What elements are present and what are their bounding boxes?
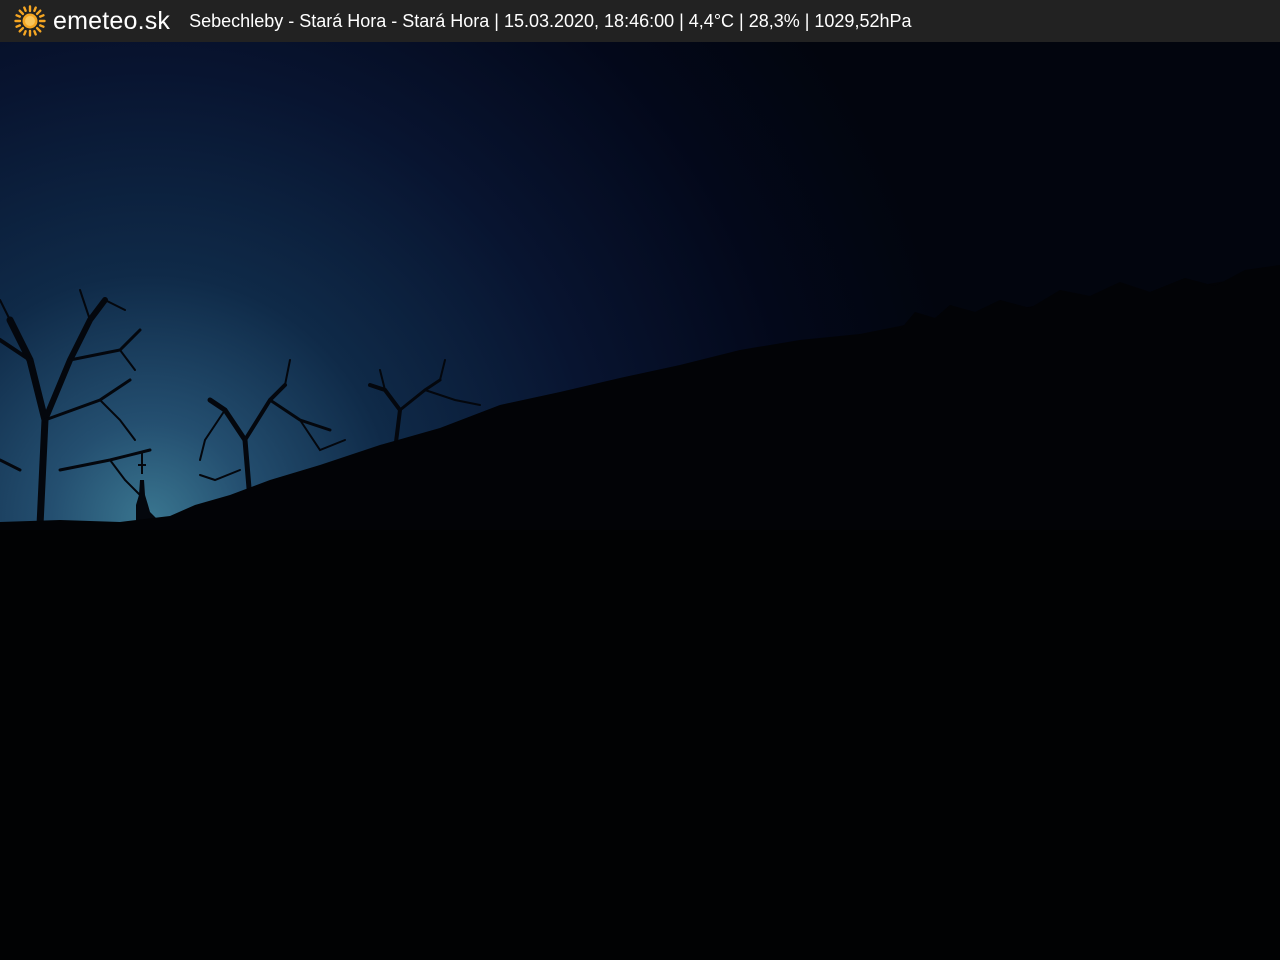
brand-name: emeteo.sk xyxy=(53,7,171,35)
brand-logo[interactable]: emeteo.sk xyxy=(14,0,170,42)
webcam-image xyxy=(0,0,1280,960)
ground xyxy=(0,530,1280,960)
sun-icon xyxy=(14,5,46,37)
webcam-view: emeteo.sk Sebechleby - Stará Hora - Star… xyxy=(0,0,1280,960)
header-bar: emeteo.sk Sebechleby - Stará Hora - Star… xyxy=(0,0,1280,42)
webcam-info-text: Sebechleby - Stará Hora - Stará Hora | 1… xyxy=(189,11,912,31)
